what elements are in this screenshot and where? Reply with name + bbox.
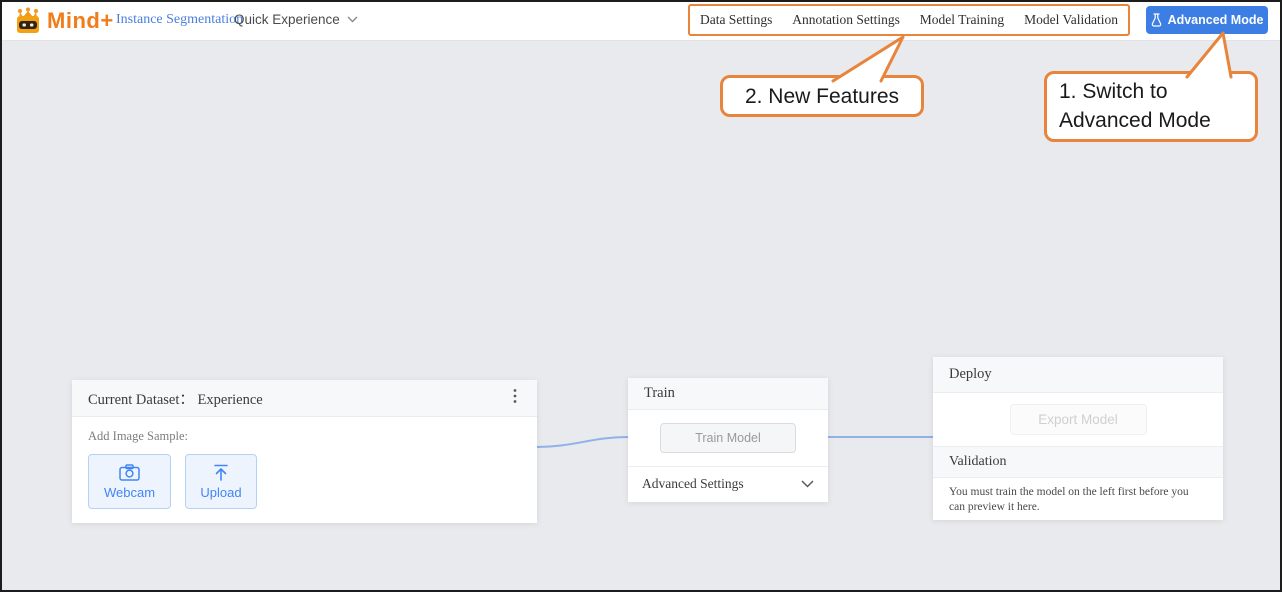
mindplus-robot-icon <box>17 7 39 33</box>
advanced-mode-label: Advanced Mode <box>1167 13 1264 27</box>
chevron-down-icon <box>801 480 814 488</box>
validation-message: You must train the model on the left fir… <box>949 486 1189 513</box>
advanced-mode-button[interactable]: Advanced Mode <box>1146 6 1268 34</box>
callout-new-features: 2. New Features <box>720 75 924 117</box>
camera-icon <box>119 463 140 481</box>
app-window: Mind+ Instance Segmentation Quick Experi… <box>0 0 1282 592</box>
mode-dropdown[interactable]: Quick Experience <box>234 12 358 27</box>
app-logo: Mind+ <box>14 7 114 35</box>
menu-item-data-settings[interactable]: Data Settings <box>700 12 772 28</box>
deploy-card-header: Deploy <box>933 357 1223 393</box>
top-bar: Mind+ Instance Segmentation Quick Experi… <box>2 2 1280 41</box>
train-card-body: Train Model <box>628 410 828 466</box>
feature-menu-highlight-box: Data Settings Annotation Settings Model … <box>688 4 1130 36</box>
flask-icon <box>1151 13 1161 27</box>
validation-section-header: Validation <box>933 446 1223 478</box>
callout-new-features-text: 2. New Features <box>744 84 900 108</box>
train-card-header: Train <box>628 378 828 410</box>
add-image-sample-label: Add Image Sample: <box>88 429 188 443</box>
sample-source-buttons: Webcam Upload <box>88 454 537 509</box>
dataset-card-header: Current Dataset： Experience <box>72 380 537 417</box>
project-name-link[interactable]: Instance Segmentation <box>116 12 243 28</box>
menu-item-model-training[interactable]: Model Training <box>920 12 1004 28</box>
dataset-card-title: Current Dataset： Experience <box>88 391 263 408</box>
chevron-down-icon <box>347 16 358 23</box>
mode-dropdown-label: Quick Experience <box>234 12 340 27</box>
webcam-button[interactable]: Webcam <box>88 454 171 509</box>
callout-switch-advanced-mode-text: 1. Switch to Advanced Mode <box>1059 80 1211 132</box>
webcam-button-label: Webcam <box>103 484 156 500</box>
upload-icon <box>214 464 228 481</box>
dataset-card: Current Dataset： Experience Add Image Sa… <box>72 380 537 523</box>
kebab-menu-icon[interactable] <box>509 386 521 411</box>
validation-title: Validation <box>949 454 1007 469</box>
callout-switch-advanced-mode: 1. Switch to Advanced Mode <box>1044 71 1258 142</box>
advanced-settings-row[interactable]: Advanced Settings <box>628 466 828 501</box>
menu-item-annotation-settings[interactable]: Annotation Settings <box>792 12 900 28</box>
train-card-title: Train <box>644 385 675 401</box>
deploy-card-title: Deploy <box>949 366 992 382</box>
advanced-settings-label: Advanced Settings <box>642 476 744 491</box>
upload-button[interactable]: Upload <box>185 454 257 509</box>
deploy-card-body: Export Model <box>933 393 1223 446</box>
upload-button-label: Upload <box>200 484 242 500</box>
menu-item-model-validation[interactable]: Model Validation <box>1024 12 1118 28</box>
train-model-button[interactable]: Train Model <box>660 423 796 453</box>
train-card: Train Train Model Advanced Settings <box>628 378 828 502</box>
export-model-button[interactable]: Export Model <box>1009 404 1147 435</box>
logo-wordmark: Mind+ <box>47 8 114 33</box>
deploy-card: Deploy Export Model Validation You must … <box>933 357 1223 520</box>
